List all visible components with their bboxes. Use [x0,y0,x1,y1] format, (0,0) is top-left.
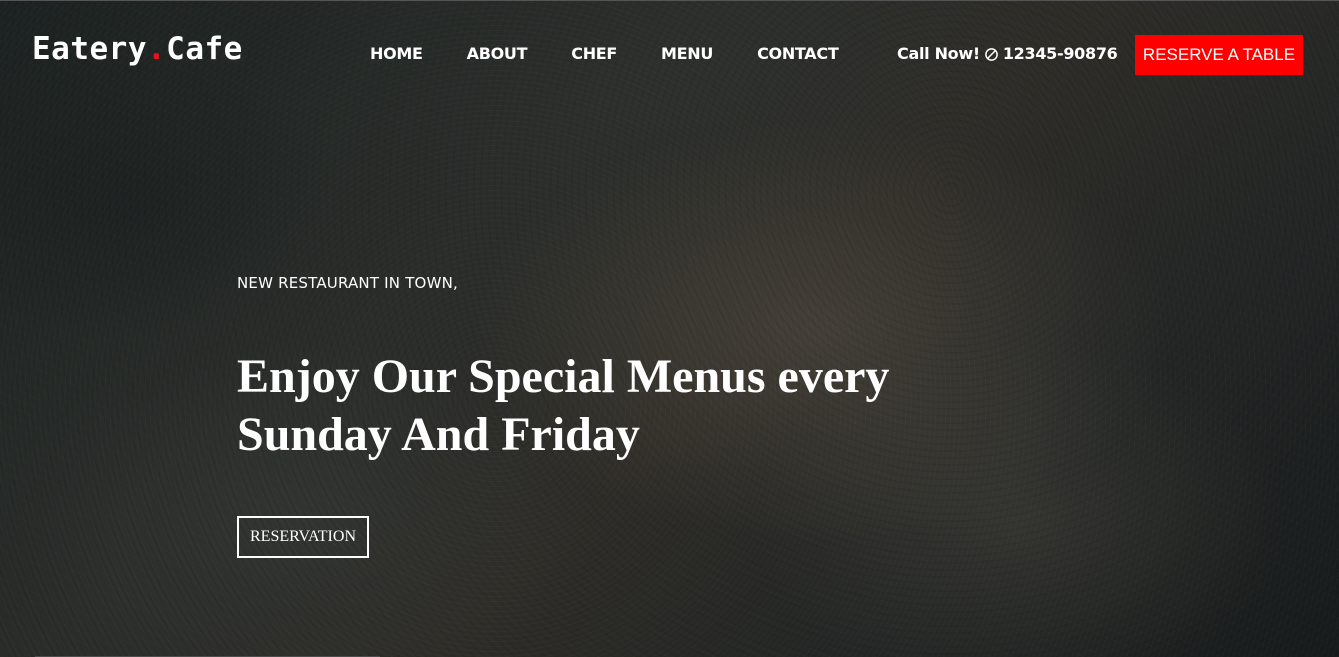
nav-contact[interactable]: CONTACT [757,42,839,66]
phone-number[interactable]: 12345-90876 [1003,42,1118,66]
site-logo[interactable]: Eatery.Cafe [32,29,243,69]
hero-content: NEW RESTAURANT IN TOWN, Enjoy Our Specia… [237,271,997,558]
call-label: Call Now! [897,44,980,63]
reserve-table-button[interactable]: RESERVE A TABLE [1135,35,1303,75]
call-now: Call Now! 12345-90876 [897,42,1118,66]
reservation-button[interactable]: RESERVATION [237,516,369,558]
phone-icon [984,47,998,61]
hero-section: Eatery.Cafe HOME ABOUT CHEF MENU CONTACT… [0,0,1339,657]
nav-chef[interactable]: CHEF [571,42,617,66]
hero-headline: Enjoy Our Special Menus every Sunday And… [237,350,890,461]
hero-kicker: NEW RESTAURANT IN TOWN, [237,274,458,292]
nav-home[interactable]: HOME [370,42,423,66]
main-nav: HOME ABOUT CHEF MENU CONTACT [370,42,882,66]
nav-about[interactable]: ABOUT [467,42,528,66]
nav-menu[interactable]: MENU [661,42,713,66]
logo-dot: . [146,31,167,67]
navbar: Eatery.Cafe HOME ABOUT CHEF MENU CONTACT… [0,1,1339,107]
logo-suffix: Cafe [166,31,243,67]
logo-text: Eatery [32,31,147,67]
